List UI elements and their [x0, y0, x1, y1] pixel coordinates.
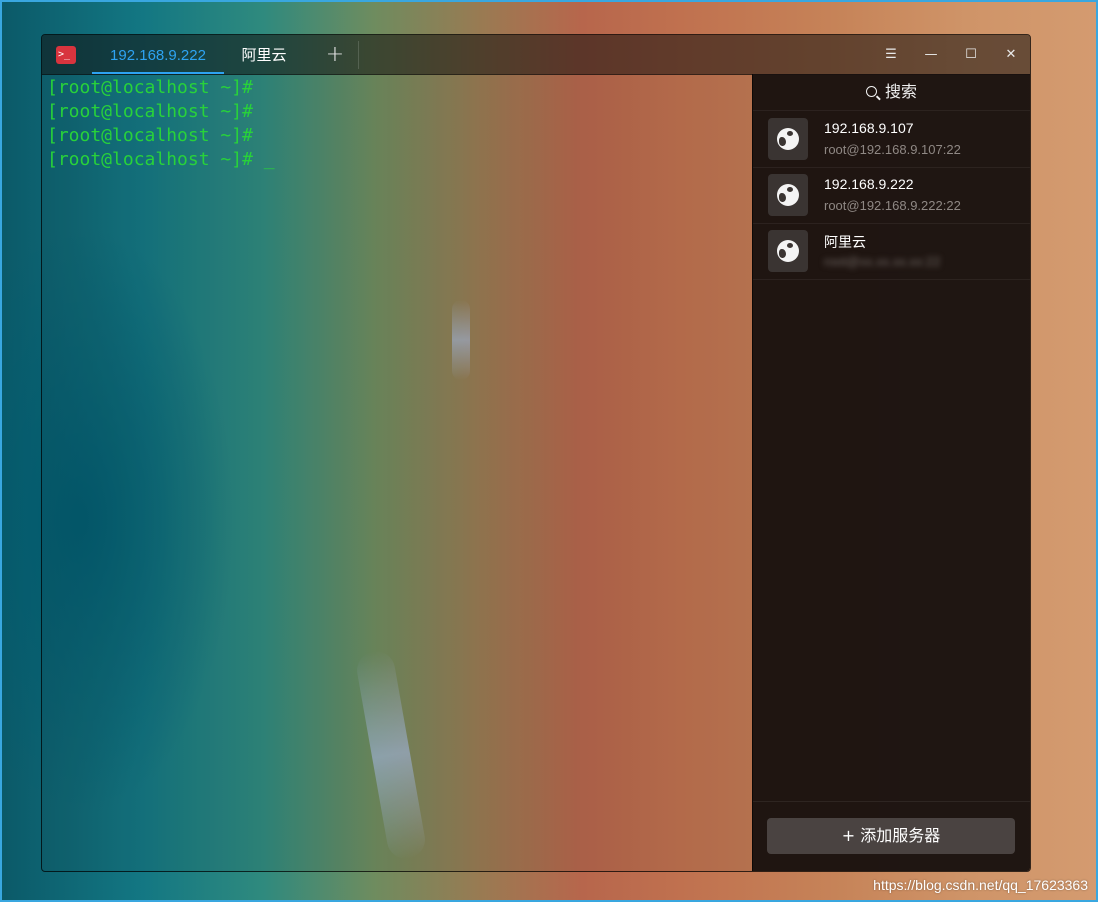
server-address-redacted: root@xx.xx.xx.xx:22 — [824, 254, 941, 269]
search-label: 搜索 — [884, 82, 917, 101]
server-name: 阿里云 — [824, 234, 866, 250]
server-item[interactable]: 阿里云 root@xx.xx.xx.xx:22 — [753, 223, 1030, 280]
add-server-button[interactable]: + 添加服务器 — [767, 818, 1015, 854]
server-name: 192.168.9.107 — [824, 120, 914, 136]
globe-icon — [777, 184, 799, 206]
tab-192-168-9-222[interactable]: 192.168.9.222 — [92, 35, 224, 74]
terminal-cursor: _ — [263, 149, 275, 170]
maximize-icon[interactable]: ☐ — [951, 35, 991, 74]
add-tab-button[interactable]: + — [314, 35, 356, 74]
menu-icon[interactable]: ☰ — [871, 35, 911, 74]
terminal-window: >_ 192.168.9.222 阿里云 + ☰ — ☐ ✕ [root@loc… — [41, 34, 1031, 872]
server-item[interactable]: 192.168.9.222 root@192.168.9.222:22 — [753, 167, 1030, 224]
server-search[interactable]: 搜索 — [753, 74, 1030, 111]
close-icon[interactable]: ✕ — [991, 35, 1030, 74]
desktop: { "titlebar": { "app_icon": "terminal-ap… — [0, 0, 1098, 902]
terminal-area[interactable]: [root@localhost ~]# [root@localhost ~]# … — [42, 74, 752, 871]
server-icon — [768, 174, 808, 216]
terminal-line: [root@localhost ~]# — [47, 101, 253, 122]
server-address: root@192.168.9.222:22 — [824, 198, 961, 213]
server-address: root@192.168.9.107:22 — [824, 142, 961, 157]
tab-divider — [358, 41, 359, 69]
server-name: 192.168.9.222 — [824, 176, 914, 192]
watermark: https://blog.csdn.net/qq_17623363 — [873, 877, 1088, 893]
tab-aliyun[interactable]: 阿里云 — [228, 35, 300, 74]
server-item[interactable]: 192.168.9.107 root@192.168.9.107:22 — [753, 111, 1030, 168]
terminal-line: [root@localhost ~]# — [47, 125, 253, 146]
terminal-prompt: [root@localhost ~]# — [47, 149, 264, 170]
titlebar: >_ 192.168.9.222 阿里云 + ☰ — ☐ ✕ — [42, 35, 1030, 75]
terminal-line: [root@localhost ~]# — [47, 77, 253, 98]
server-icon — [768, 118, 808, 160]
server-panel: 搜索 192.168.9.107 root@192.168.9.107:22 1… — [752, 74, 1030, 871]
terminal-app-icon: >_ — [56, 46, 76, 64]
minimize-icon[interactable]: — — [911, 35, 951, 74]
panel-footer: + 添加服务器 — [753, 801, 1030, 871]
server-icon — [768, 230, 808, 272]
globe-icon — [777, 128, 799, 150]
search-icon — [865, 86, 877, 97]
globe-icon — [777, 240, 799, 262]
terminal-line: [root@localhost ~]# _ — [47, 148, 275, 172]
